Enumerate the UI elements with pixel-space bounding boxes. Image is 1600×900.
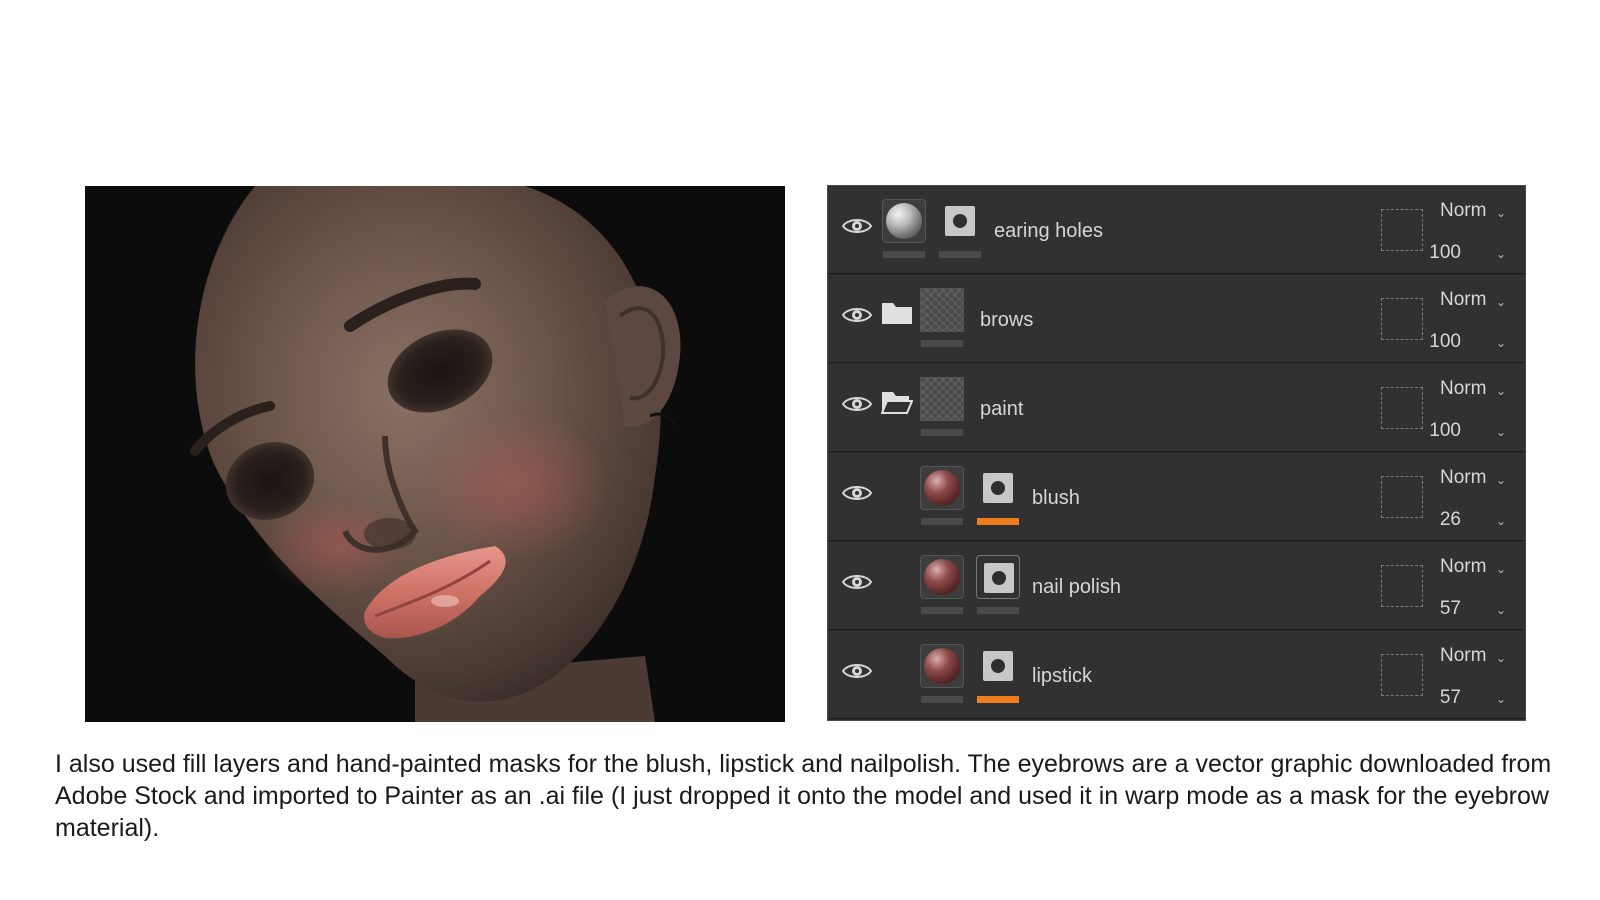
opacity-value[interactable]: 26 [1440,509,1461,531]
layer-row-brows[interactable]: brows Norm ⌄ 100 ⌄ [828,275,1525,363]
thumbnail-indicator-bar [883,251,925,258]
layer-stack-panel: earing holes Norm ⌄ 100 ⌄ brows Norm ⌄ 100 ⌄ paint… [827,185,1526,721]
blend-mode-dropdown[interactable]: Norm [1440,467,1486,489]
caption-text: I also used fill layers and hand-painted… [55,750,1552,842]
layer-name[interactable]: paint [980,398,1023,421]
chevron-down-icon[interactable]: ⌄ [1496,514,1506,528]
chevron-down-icon[interactable]: ⌄ [1496,651,1506,665]
folder-mask-thumbnail[interactable] [920,288,964,332]
material-sphere-icon [924,470,960,506]
folder-icon[interactable] [881,299,913,325]
mask-icon [983,651,1013,681]
opacity-value[interactable]: 57 [1440,687,1461,709]
thumbnail-indicator-bar [921,696,963,703]
chevron-down-icon[interactable]: ⌄ [1496,603,1506,617]
opacity-value[interactable]: 100 [1429,420,1461,442]
blend-mask-placeholder [1381,654,1423,696]
blend-mode-dropdown[interactable]: Norm [1440,200,1486,222]
visibility-eye-icon[interactable] [841,661,873,681]
chevron-down-icon[interactable]: ⌄ [1496,562,1506,576]
mask-indicator-bar [939,251,981,258]
blend-mode-dropdown[interactable]: Norm [1440,556,1486,578]
blend-mask-placeholder [1381,209,1423,251]
chevron-down-icon[interactable]: ⌄ [1496,692,1506,706]
layer-name[interactable]: lipstick [1032,665,1092,688]
opacity-value[interactable]: 100 [1429,242,1461,264]
opacity-value[interactable]: 100 [1429,331,1461,353]
blend-mode-dropdown[interactable]: Norm [1440,645,1486,667]
chevron-down-icon[interactable]: ⌄ [1496,473,1506,487]
mask-indicator-bar [977,696,1019,703]
blend-mode-dropdown[interactable]: Norm [1440,289,1486,311]
blend-mode-dropdown[interactable]: Norm [1440,378,1486,400]
mask-icon [983,473,1013,503]
chevron-down-icon[interactable]: ⌄ [1496,425,1506,439]
mask-thumbnail[interactable] [976,466,1020,510]
thumbnail-indicator-bar [921,429,963,436]
folder-open-icon[interactable] [880,388,914,414]
visibility-eye-icon[interactable] [841,305,873,325]
3d-viewport[interactable] [85,186,785,722]
layer-row-lipstick[interactable]: lipstick Norm ⌄ 57 ⌄ [828,631,1525,719]
blend-mask-placeholder [1381,565,1423,607]
chevron-down-icon[interactable]: ⌄ [1496,336,1506,350]
mask-thumbnail[interactable] [976,644,1020,688]
chevron-down-icon[interactable]: ⌄ [1496,206,1506,220]
material-sphere-icon [924,559,960,595]
visibility-eye-icon[interactable] [841,394,873,414]
material-thumbnail[interactable] [920,644,964,688]
material-thumbnail[interactable] [882,199,926,243]
material-sphere-icon [886,203,922,239]
chevron-down-icon[interactable]: ⌄ [1496,295,1506,309]
folder-mask-thumbnail[interactable] [920,377,964,421]
chevron-down-icon[interactable]: ⌄ [1496,247,1506,261]
layer-row-nail-polish[interactable]: nail polish Norm ⌄ 57 ⌄ [828,542,1525,630]
opacity-value[interactable]: 57 [1440,598,1461,620]
thumbnail-indicator-bar [921,518,963,525]
material-thumbnail[interactable] [920,466,964,510]
head-render [190,186,681,722]
blend-mask-placeholder [1381,298,1423,340]
layer-name[interactable]: nail polish [1032,576,1121,599]
blend-mask-placeholder [1381,387,1423,429]
chevron-down-icon[interactable]: ⌄ [1496,384,1506,398]
mask-indicator-bar [977,607,1019,614]
mask-thumbnail[interactable] [976,555,1020,599]
layer-name[interactable]: brows [980,309,1033,332]
layer-row-earing-holes[interactable]: earing holes Norm ⌄ 100 ⌄ [828,186,1525,274]
blend-mask-placeholder [1381,476,1423,518]
visibility-eye-icon[interactable] [841,216,873,236]
thumbnail-indicator-bar [921,340,963,347]
layer-name[interactable]: blush [1032,487,1080,510]
visibility-eye-icon[interactable] [841,483,873,503]
layer-row-blush[interactable]: blush Norm ⌄ 26 ⌄ [828,453,1525,541]
layer-row-paint[interactable]: paint Norm ⌄ 100 ⌄ [828,364,1525,452]
mask-icon [945,206,975,236]
mask-icon [984,563,1014,593]
material-thumbnail[interactable] [920,555,964,599]
mask-thumbnail[interactable] [938,199,982,243]
thumbnail-indicator-bar [921,607,963,614]
mask-indicator-bar [977,518,1019,525]
visibility-eye-icon[interactable] [841,572,873,592]
material-sphere-icon [924,648,960,684]
layer-name[interactable]: earing holes [994,220,1103,243]
